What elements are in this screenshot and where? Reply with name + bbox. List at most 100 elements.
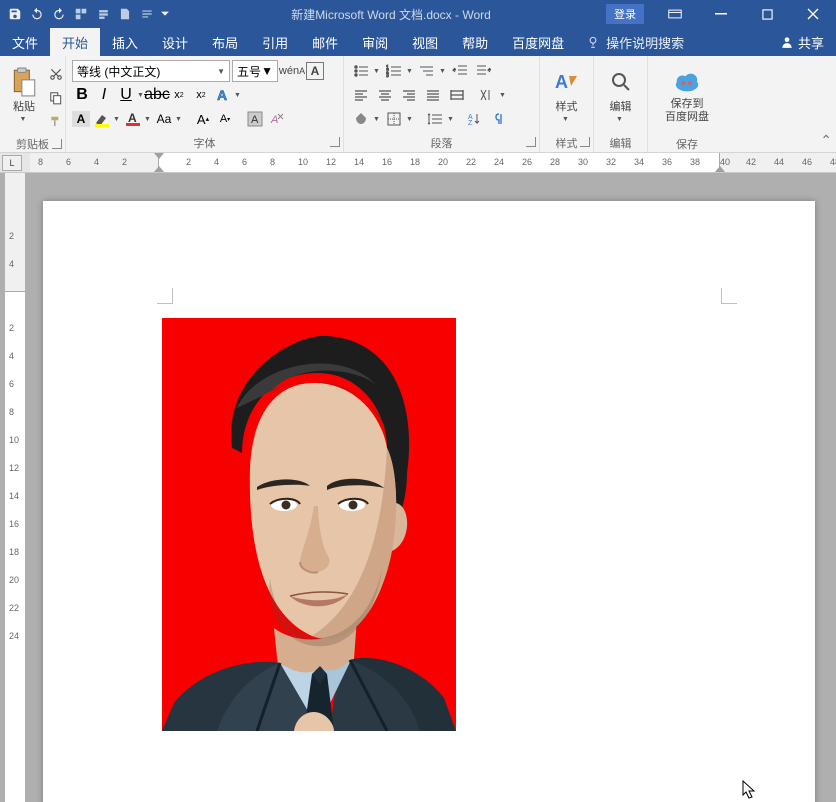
chevron-down-icon: ▼ bbox=[20, 116, 28, 123]
login-button[interactable]: 登录 bbox=[606, 4, 644, 24]
maximize-icon[interactable] bbox=[744, 0, 790, 28]
styles-label: 样式 bbox=[556, 98, 578, 114]
align-distributed-icon[interactable] bbox=[446, 85, 468, 105]
bold-icon[interactable]: B bbox=[72, 85, 92, 105]
enclose-char-icon[interactable]: A bbox=[245, 109, 265, 129]
tab-selector[interactable]: L bbox=[2, 155, 22, 171]
subscript-icon[interactable]: x2 bbox=[169, 85, 189, 105]
align-justify-icon[interactable] bbox=[422, 85, 444, 105]
tell-me[interactable]: 操作说明搜索 bbox=[576, 33, 694, 52]
bullets-icon[interactable] bbox=[350, 61, 372, 81]
copy-icon[interactable] bbox=[46, 88, 66, 108]
asian-layout-icon[interactable] bbox=[476, 85, 498, 105]
tab-mailings[interactable]: 邮件 bbox=[300, 28, 350, 56]
borders-icon[interactable] bbox=[383, 109, 405, 129]
chevron-down-icon[interactable]: ▼ bbox=[406, 116, 414, 123]
save-to-cloud-button[interactable]: 保存到 百度网盘 bbox=[661, 60, 713, 132]
tab-layout[interactable]: 布局 bbox=[200, 28, 250, 56]
format-painter-icon[interactable] bbox=[46, 112, 66, 132]
tab-review[interactable]: 审阅 bbox=[350, 28, 400, 56]
superscript-icon[interactable]: x2 bbox=[191, 85, 211, 105]
collapse-ribbon-icon[interactable]: ⌃ bbox=[820, 132, 832, 149]
tab-references[interactable]: 引用 bbox=[250, 28, 300, 56]
text-effects-icon[interactable]: A bbox=[213, 85, 233, 105]
inserted-image[interactable] bbox=[162, 318, 456, 731]
qat-icon-2[interactable] bbox=[94, 3, 112, 25]
chevron-down-icon[interactable]: ▼ bbox=[113, 116, 121, 123]
page[interactable] bbox=[43, 201, 815, 802]
group-paragraph-label: 段落 bbox=[344, 134, 539, 152]
tab-baidu[interactable]: 百度网盘 bbox=[500, 28, 576, 56]
tab-home[interactable]: 开始 bbox=[50, 28, 100, 56]
group-font-label: 字体 bbox=[66, 134, 343, 152]
multilevel-list-icon[interactable] bbox=[416, 61, 438, 81]
increase-indent-icon[interactable] bbox=[473, 61, 495, 81]
qat-icon-4[interactable] bbox=[138, 3, 156, 25]
tab-insert[interactable]: 插入 bbox=[100, 28, 150, 56]
phonetic-guide-icon[interactable]: wénA bbox=[280, 61, 304, 81]
char-shading-icon[interactable]: A bbox=[72, 111, 90, 127]
align-right-icon[interactable] bbox=[398, 85, 420, 105]
chevron-down-icon[interactable]: ▼ bbox=[439, 68, 447, 75]
tell-me-label: 操作说明搜索 bbox=[606, 33, 684, 52]
font-color-icon[interactable]: A bbox=[123, 109, 143, 129]
line-spacing-icon[interactable] bbox=[424, 109, 446, 129]
show-marks-icon[interactable] bbox=[487, 109, 509, 129]
group-editing: 编辑 ▼ 编辑 bbox=[594, 56, 648, 152]
close-icon[interactable] bbox=[790, 0, 836, 28]
grow-font-icon[interactable]: A▴ bbox=[193, 109, 213, 129]
sort-icon[interactable]: AZ bbox=[463, 109, 485, 129]
chevron-down-icon[interactable]: ▼ bbox=[447, 116, 455, 123]
highlight-icon[interactable] bbox=[92, 109, 112, 129]
font-size-select[interactable]: 五号▼ bbox=[232, 60, 278, 82]
ribbon-options-icon[interactable] bbox=[652, 0, 698, 28]
qat-customize-icon[interactable] bbox=[160, 3, 170, 25]
shading-icon[interactable] bbox=[350, 109, 372, 129]
dialog-launcher-icon[interactable] bbox=[330, 137, 340, 147]
dialog-launcher-icon[interactable] bbox=[526, 137, 536, 147]
vertical-ruler[interactable]: 2424681012141618202224 bbox=[5, 173, 25, 802]
chevron-down-icon[interactable]: ▼ bbox=[373, 116, 381, 123]
underline-icon[interactable]: U bbox=[116, 85, 136, 105]
save-icon[interactable] bbox=[6, 3, 24, 25]
align-center-icon[interactable] bbox=[374, 85, 396, 105]
chevron-down-icon[interactable]: ▼ bbox=[144, 116, 152, 123]
numbering-icon[interactable]: 123 bbox=[383, 61, 405, 81]
decrease-indent-icon[interactable] bbox=[449, 61, 471, 81]
chevron-down-icon[interactable]: ▼ bbox=[499, 92, 507, 99]
minimize-icon[interactable] bbox=[698, 0, 744, 28]
chevron-down-icon[interactable]: ▼ bbox=[373, 68, 381, 75]
align-left-icon[interactable] bbox=[350, 85, 372, 105]
editing-label: 编辑 bbox=[610, 98, 632, 114]
qat-icon-1[interactable] bbox=[72, 3, 90, 25]
undo-icon[interactable] bbox=[28, 3, 46, 25]
dialog-launcher-icon[interactable] bbox=[580, 137, 590, 147]
editing-button[interactable]: 编辑 ▼ bbox=[603, 60, 639, 130]
chevron-down-icon: ▼ bbox=[261, 64, 273, 78]
chevron-down-icon[interactable]: ▼ bbox=[406, 68, 414, 75]
group-clipboard-label: 剪贴板 bbox=[0, 136, 65, 152]
tab-view[interactable]: 视图 bbox=[400, 28, 450, 56]
shrink-font-icon[interactable]: A▾ bbox=[215, 109, 235, 129]
share-button[interactable]: 共享 bbox=[768, 33, 836, 52]
group-save-cloud: 保存到 百度网盘 保存 bbox=[648, 56, 726, 152]
strikethrough-icon[interactable]: abc bbox=[147, 85, 167, 105]
cut-icon[interactable] bbox=[46, 64, 66, 84]
tab-design[interactable]: 设计 bbox=[150, 28, 200, 56]
tab-help[interactable]: 帮助 bbox=[450, 28, 500, 56]
horizontal-ruler[interactable]: 8642246810121416182022242628303234363840… bbox=[30, 153, 836, 173]
portrait-photo bbox=[162, 318, 456, 731]
chevron-down-icon[interactable]: ▼ bbox=[234, 92, 242, 99]
character-border-icon[interactable]: A bbox=[306, 62, 324, 80]
change-case-icon[interactable]: Aa bbox=[154, 109, 174, 129]
styles-button[interactable]: A 样式 ▼ bbox=[549, 60, 585, 130]
chevron-down-icon[interactable]: ▼ bbox=[175, 116, 183, 123]
qat-icon-3[interactable] bbox=[116, 3, 134, 25]
clear-formatting-icon[interactable]: A bbox=[267, 109, 287, 129]
tab-file[interactable]: 文件 bbox=[0, 28, 50, 56]
redo-icon[interactable] bbox=[50, 3, 68, 25]
dialog-launcher-icon[interactable] bbox=[52, 139, 62, 149]
paste-button[interactable]: 粘贴 ▼ bbox=[6, 60, 42, 130]
font-family-select[interactable]: 等线 (中文正文)▼ bbox=[72, 60, 230, 82]
italic-icon[interactable]: I bbox=[94, 85, 114, 105]
